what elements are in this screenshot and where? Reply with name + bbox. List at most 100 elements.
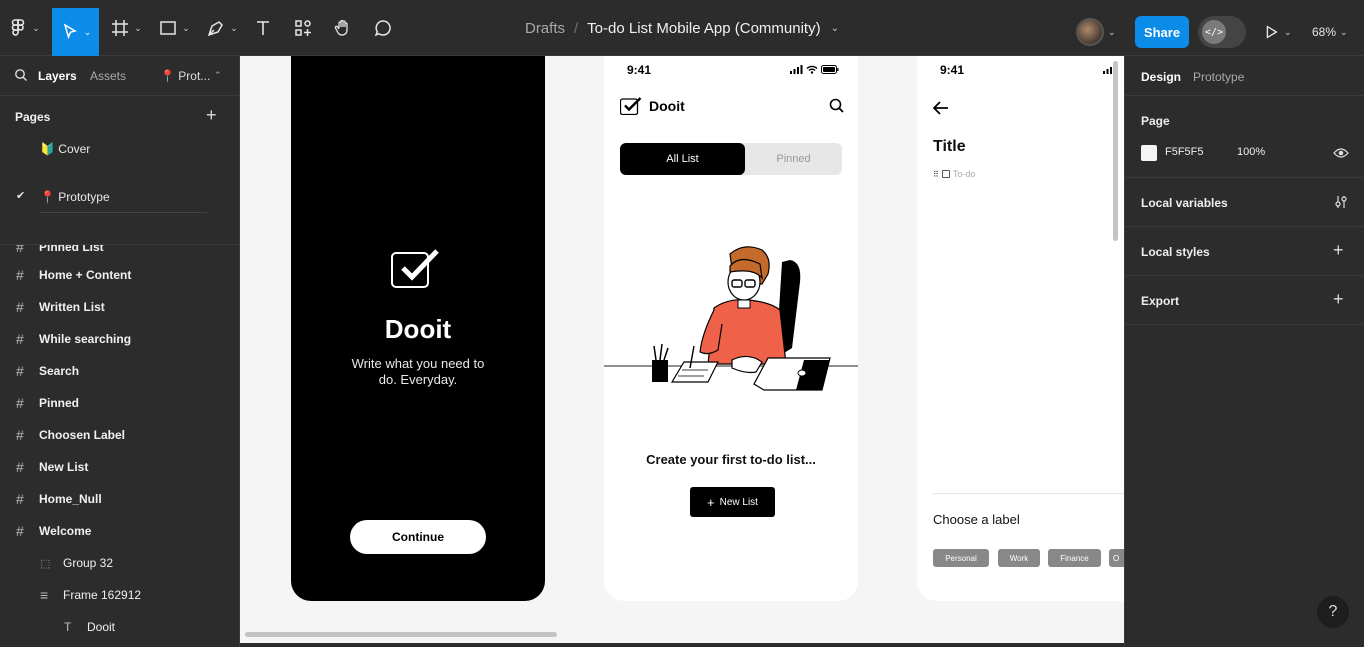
- layers-panel: Layers Assets 📍 Prot... ⌃ Pages + 🔰 Cove…: [0, 56, 240, 647]
- frame-icon: #: [16, 395, 24, 411]
- collaborators-button[interactable]: ⌄: [1076, 16, 1116, 48]
- pages-header: Pages: [15, 110, 51, 124]
- export-section[interactable]: Export +: [1125, 276, 1364, 325]
- pages-section: Pages + 🔰 Cover ✔ 📍 Prototype: [0, 96, 239, 245]
- design-canvas[interactable]: Dooit Write what you need to do. Everyda…: [240, 56, 1124, 643]
- present-button[interactable]: ⌄: [1262, 16, 1292, 48]
- layer-item[interactable]: # Written List: [0, 291, 239, 323]
- layer-item[interactable]: ⬚ Group 32: [0, 547, 239, 579]
- layer-label: Search: [39, 364, 80, 378]
- page-item-prototype[interactable]: 📍 Prototype: [40, 190, 110, 204]
- text-icon: [257, 21, 269, 35]
- drafts-link[interactable]: Drafts: [525, 20, 565, 37]
- frame-tool-button[interactable]: ⌄: [108, 8, 144, 48]
- layer-item[interactable]: # While searching: [0, 323, 239, 355]
- share-button[interactable]: Share: [1135, 16, 1189, 48]
- zoom-menu[interactable]: 68% ⌄: [1312, 16, 1348, 48]
- layer-item[interactable]: # Home_Null: [0, 483, 239, 515]
- help-button[interactable]: ?: [1317, 596, 1349, 628]
- frame-home-null[interactable]: 9:41 Dooit All List Pinned Create your f…: [604, 56, 858, 601]
- vertical-scrollbar[interactable]: [1113, 61, 1118, 241]
- file-name[interactable]: To-do List Mobile App (Community): [587, 20, 820, 37]
- eye-icon[interactable]: [1333, 145, 1349, 161]
- search-icon[interactable]: [829, 98, 844, 113]
- frame-icon: #: [16, 491, 24, 507]
- checkbox[interactable]: [941, 170, 950, 178]
- local-variables-section[interactable]: Local variables: [1125, 178, 1364, 227]
- chevron-down-icon: ⌄: [1340, 26, 1348, 37]
- layer-item[interactable]: # Home + Content: [0, 259, 239, 291]
- move-tool-button[interactable]: ⌄: [52, 8, 99, 56]
- main-menu-button[interactable]: ⌄: [6, 8, 42, 48]
- page-opacity[interactable]: 100%: [1237, 146, 1265, 158]
- local-variables-label: Local variables: [1141, 196, 1228, 210]
- layer-item[interactable]: T Dooit: [0, 611, 239, 643]
- layer-item[interactable]: # Pinned: [0, 387, 239, 419]
- dooit-logo-icon: [620, 97, 642, 115]
- group-icon: ⬚: [40, 557, 51, 570]
- hand-tool-button[interactable]: [332, 8, 354, 48]
- add-style-icon[interactable]: +: [1333, 240, 1344, 261]
- plus-icon: +: [707, 494, 715, 510]
- signal-icon: [790, 64, 803, 74]
- label-chip-other[interactable]: O: [1109, 549, 1124, 567]
- tab-pinned[interactable]: Pinned: [745, 143, 842, 175]
- layer-item[interactable]: # Search: [0, 355, 239, 387]
- zoom-level: 68%: [1312, 25, 1337, 39]
- hand-icon: [334, 19, 348, 36]
- page-section: Page F5F5F5 100%: [1125, 96, 1364, 178]
- tab-design[interactable]: Design: [1141, 70, 1181, 84]
- add-page-icon[interactable]: +: [206, 105, 217, 126]
- shape-tool-button[interactable]: ⌄: [156, 8, 192, 48]
- chevron-down-icon[interactable]: ⌄: [831, 23, 839, 34]
- tab-all-list[interactable]: All List: [620, 143, 745, 175]
- export-label: Export: [1141, 294, 1180, 308]
- drag-handle-icon[interactable]: ⠿: [933, 170, 939, 179]
- resources-button[interactable]: [292, 8, 314, 48]
- back-arrow-icon[interactable]: [933, 101, 949, 115]
- pen-tool-button[interactable]: ⌄: [204, 8, 240, 48]
- layer-label: Dooit: [87, 620, 116, 634]
- frame-welcome[interactable]: Dooit Write what you need to do. Everyda…: [291, 56, 545, 601]
- wifi-icon: [806, 65, 818, 74]
- horizontal-scrollbar[interactable]: [245, 632, 557, 637]
- label-chip-finance[interactable]: Finance: [1048, 549, 1101, 567]
- frame-icon: #: [16, 363, 24, 379]
- chevron-up-icon[interactable]: ⌃: [214, 70, 222, 81]
- page-item-cover[interactable]: 🔰 Cover: [40, 142, 90, 156]
- tab-prototype[interactable]: Prototype: [1193, 70, 1244, 84]
- chevron-down-icon: ⌄: [134, 22, 142, 33]
- layer-item[interactable]: # Welcome: [0, 515, 239, 547]
- label-chip-work[interactable]: Work: [998, 549, 1040, 567]
- frame-new-list[interactable]: 9:41 Title ⠿ To-do Choose a label Persona…: [917, 56, 1124, 601]
- variables-icon[interactable]: [1333, 194, 1349, 210]
- list-title[interactable]: Title: [933, 138, 966, 156]
- frame-icon: #: [16, 299, 24, 315]
- tab-assets[interactable]: Assets: [90, 69, 126, 83]
- layer-label: Home + Content: [39, 268, 132, 282]
- text-tool-button[interactable]: [252, 8, 274, 48]
- layer-item[interactable]: ≡ Frame 162912: [0, 579, 239, 611]
- layer-label: Pinned List: [39, 245, 104, 254]
- new-list-label: New List: [719, 496, 758, 508]
- welcome-title: Dooit: [384, 314, 452, 344]
- avatar: [1076, 18, 1104, 46]
- dev-mode-toggle[interactable]: </>: [1198, 16, 1246, 48]
- todo-item[interactable]: ⠿ To-do: [933, 169, 975, 179]
- add-export-icon[interactable]: +: [1333, 289, 1344, 310]
- layer-item[interactable]: # New List: [0, 451, 239, 483]
- layer-item[interactable]: # Choosen Label: [0, 419, 239, 451]
- new-list-button[interactable]: + New List: [690, 487, 775, 517]
- welcome-subtitle: Write what you need to do. Everyday.: [351, 356, 485, 387]
- local-styles-section[interactable]: Local styles +: [1125, 227, 1364, 276]
- comment-tool-button[interactable]: [372, 8, 394, 48]
- tab-layers[interactable]: Layers: [38, 69, 77, 83]
- continue-button[interactable]: Continue: [350, 520, 486, 554]
- label-chip-personal[interactable]: Personal: [933, 549, 989, 567]
- cursor-icon: [63, 23, 77, 40]
- current-page-pill[interactable]: 📍 Prot...: [160, 69, 210, 83]
- search-icon[interactable]: [14, 68, 28, 82]
- page-color-swatch[interactable]: [1141, 145, 1157, 161]
- page-color-hex[interactable]: F5F5F5: [1165, 146, 1204, 158]
- top-toolbar: ⌄ ⌄ ⌄ ⌄ ⌄ Drafts / To-do List Mobile App…: [0, 0, 1364, 56]
